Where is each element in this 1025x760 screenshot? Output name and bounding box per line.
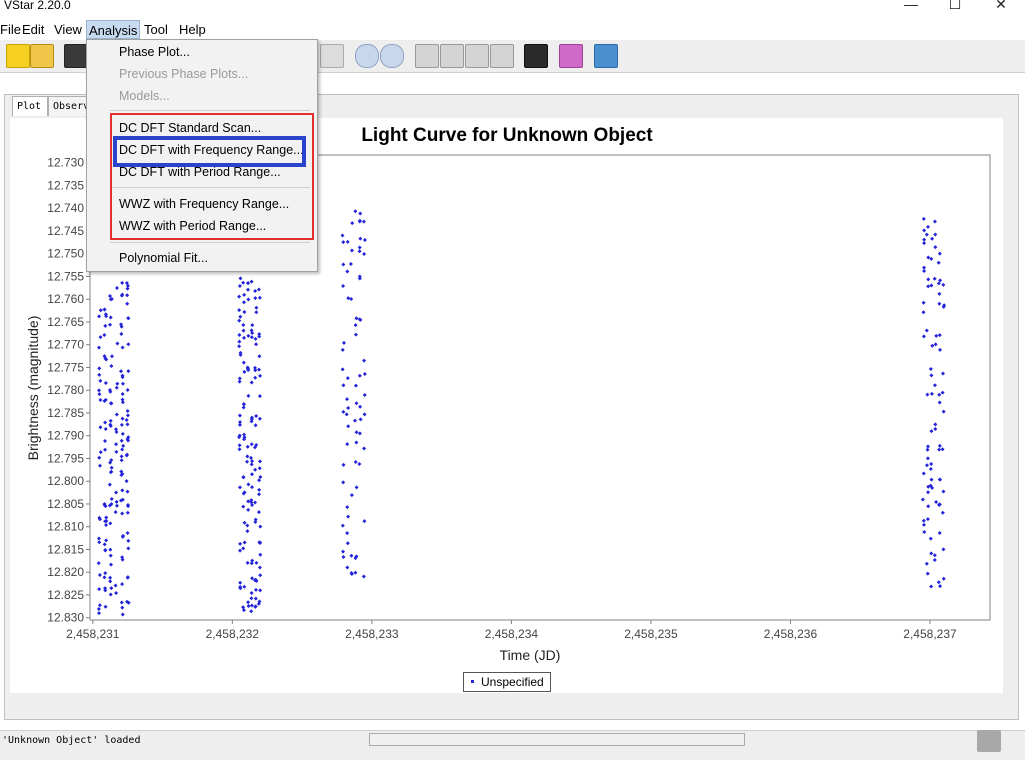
y-tick-label: 12.800	[47, 474, 84, 488]
open-star-icon[interactable]	[30, 44, 54, 68]
binoculars-icon[interactable]	[524, 44, 548, 68]
y-tick-label: 12.815	[47, 542, 84, 556]
zoom-out-icon[interactable]	[380, 44, 404, 68]
legend-label: Unspecified	[481, 675, 544, 689]
x-axis-label: Time (JD)	[500, 647, 561, 663]
arrow-left-icon[interactable]	[415, 44, 439, 68]
menu-view[interactable]: View	[52, 20, 84, 39]
y-tick-label: 12.750	[47, 247, 84, 261]
x-tick-label: 2,458,236	[764, 627, 818, 641]
title-bar	[0, 0, 1025, 20]
y-tick-label: 12.765	[47, 315, 84, 329]
x-tick-label: 2,458,233	[345, 627, 399, 641]
highlight-red-box	[110, 113, 314, 240]
y-tick-label: 12.775	[47, 360, 84, 374]
y-tick-label: 12.740	[47, 201, 84, 215]
y-axis-label: Brightness (magnitude)	[25, 316, 41, 461]
menu-item-previous-phase-plots: Previous Phase Plots...	[119, 67, 249, 81]
arrow-right-icon[interactable]	[440, 44, 464, 68]
highlight-blue-box	[113, 136, 306, 167]
arrow-up-icon[interactable]	[465, 44, 489, 68]
menu-separator	[110, 110, 310, 111]
y-tick-label: 12.735	[47, 178, 84, 192]
tab-plot[interactable]: Plot	[12, 96, 48, 116]
info-icon[interactable]	[594, 44, 618, 68]
y-tick-label: 12.805	[47, 497, 84, 511]
menu-separator	[110, 242, 310, 243]
arrow-down-icon[interactable]	[490, 44, 514, 68]
y-tick-label: 12.745	[47, 224, 84, 238]
maximize-button[interactable]: ☐	[932, 0, 978, 18]
menu-tool[interactable]: Tool	[142, 20, 170, 39]
window-title: VStar 2.20.0	[4, 0, 71, 12]
y-tick-label: 12.760	[47, 292, 84, 306]
close-button[interactable]: ✕	[978, 0, 1024, 18]
y-tick-label: 12.790	[47, 429, 84, 443]
save-icon[interactable]	[64, 44, 88, 68]
menu-item-phase-plot[interactable]: Phase Plot...	[119, 42, 190, 62]
menu-edit[interactable]: Edit	[20, 20, 46, 39]
plugin-icon[interactable]	[559, 44, 583, 68]
y-tick-label: 12.810	[47, 520, 84, 534]
menu-analysis[interactable]: Analysis	[86, 20, 141, 39]
y-tick-label: 12.780	[47, 383, 84, 397]
menu-item-polynomial-fit[interactable]: Polynomial Fit...	[119, 248, 208, 268]
y-tick-label: 12.730	[47, 156, 84, 170]
chart-title: Light Curve for Unknown Object	[361, 125, 653, 146]
menu-help[interactable]: Help	[177, 20, 208, 39]
x-tick-label: 2,458,231	[66, 627, 120, 641]
minimize-button[interactable]: —	[888, 0, 934, 18]
status-text: 'Unknown Object' loaded	[2, 735, 141, 746]
chart-legend: Unspecified	[463, 672, 551, 692]
y-tick-label: 12.755	[47, 269, 84, 283]
y-tick-label: 12.825	[47, 588, 84, 602]
x-tick-label: 2,458,234	[485, 627, 539, 641]
tab-observations[interactable]: Observ	[48, 96, 89, 116]
plot-icon[interactable]	[320, 44, 344, 68]
new-star-icon[interactable]	[6, 44, 30, 68]
stop-icon[interactable]	[977, 730, 1001, 752]
zoom-in-icon[interactable]	[355, 44, 379, 68]
y-tick-label: 12.795	[47, 451, 84, 465]
menu-item-models: Models...	[119, 89, 170, 103]
y-tick-label: 12.830	[47, 611, 84, 625]
x-tick-label: 2,458,232	[206, 627, 260, 641]
y-tick-label: 12.785	[47, 406, 84, 420]
y-tick-label: 12.820	[47, 565, 84, 579]
y-tick-label: 12.770	[47, 338, 84, 352]
x-tick-label: 2,458,235	[624, 627, 678, 641]
progress-bar	[369, 733, 745, 746]
legend-marker	[471, 680, 474, 684]
x-tick-label: 2,458,237	[903, 627, 957, 641]
